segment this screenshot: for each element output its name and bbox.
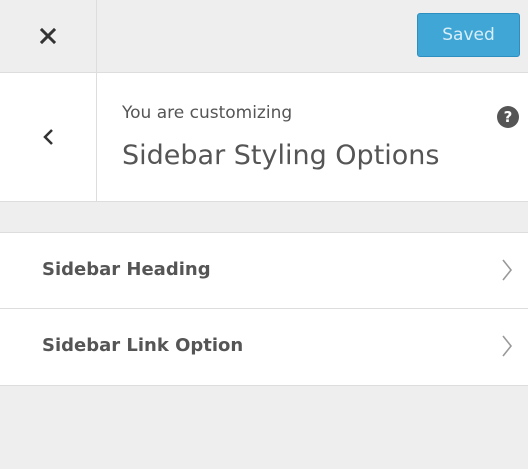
control-label: Sidebar Link Option: [42, 335, 244, 356]
help-glyph: ?: [503, 108, 513, 126]
close-icon: [40, 28, 56, 44]
customizer-header-actions: Saved: [0, 0, 528, 73]
customizer-panel: Saved You are customizing Sidebar Stylin…: [0, 0, 528, 469]
back-button[interactable]: [0, 73, 97, 201]
chevron-right-icon: [502, 259, 513, 281]
control-item-sidebar-heading[interactable]: Sidebar Heading: [0, 232, 528, 308]
help-icon[interactable]: ?: [497, 106, 519, 128]
customizing-label: You are customizing: [122, 103, 293, 123]
section-title: Sidebar Styling Options: [122, 140, 440, 171]
control-label: Sidebar Heading: [42, 259, 211, 280]
section-gap: [0, 202, 528, 232]
control-item-sidebar-link-option[interactable]: Sidebar Link Option: [0, 308, 528, 386]
saved-button[interactable]: Saved: [417, 13, 520, 57]
section-header: You are customizing Sidebar Styling Opti…: [0, 73, 528, 202]
chevron-left-icon: [43, 129, 53, 145]
chevron-right-icon: [502, 335, 513, 357]
close-button[interactable]: [0, 0, 97, 72]
control-list: Sidebar Heading Sidebar Link Option: [0, 232, 528, 386]
